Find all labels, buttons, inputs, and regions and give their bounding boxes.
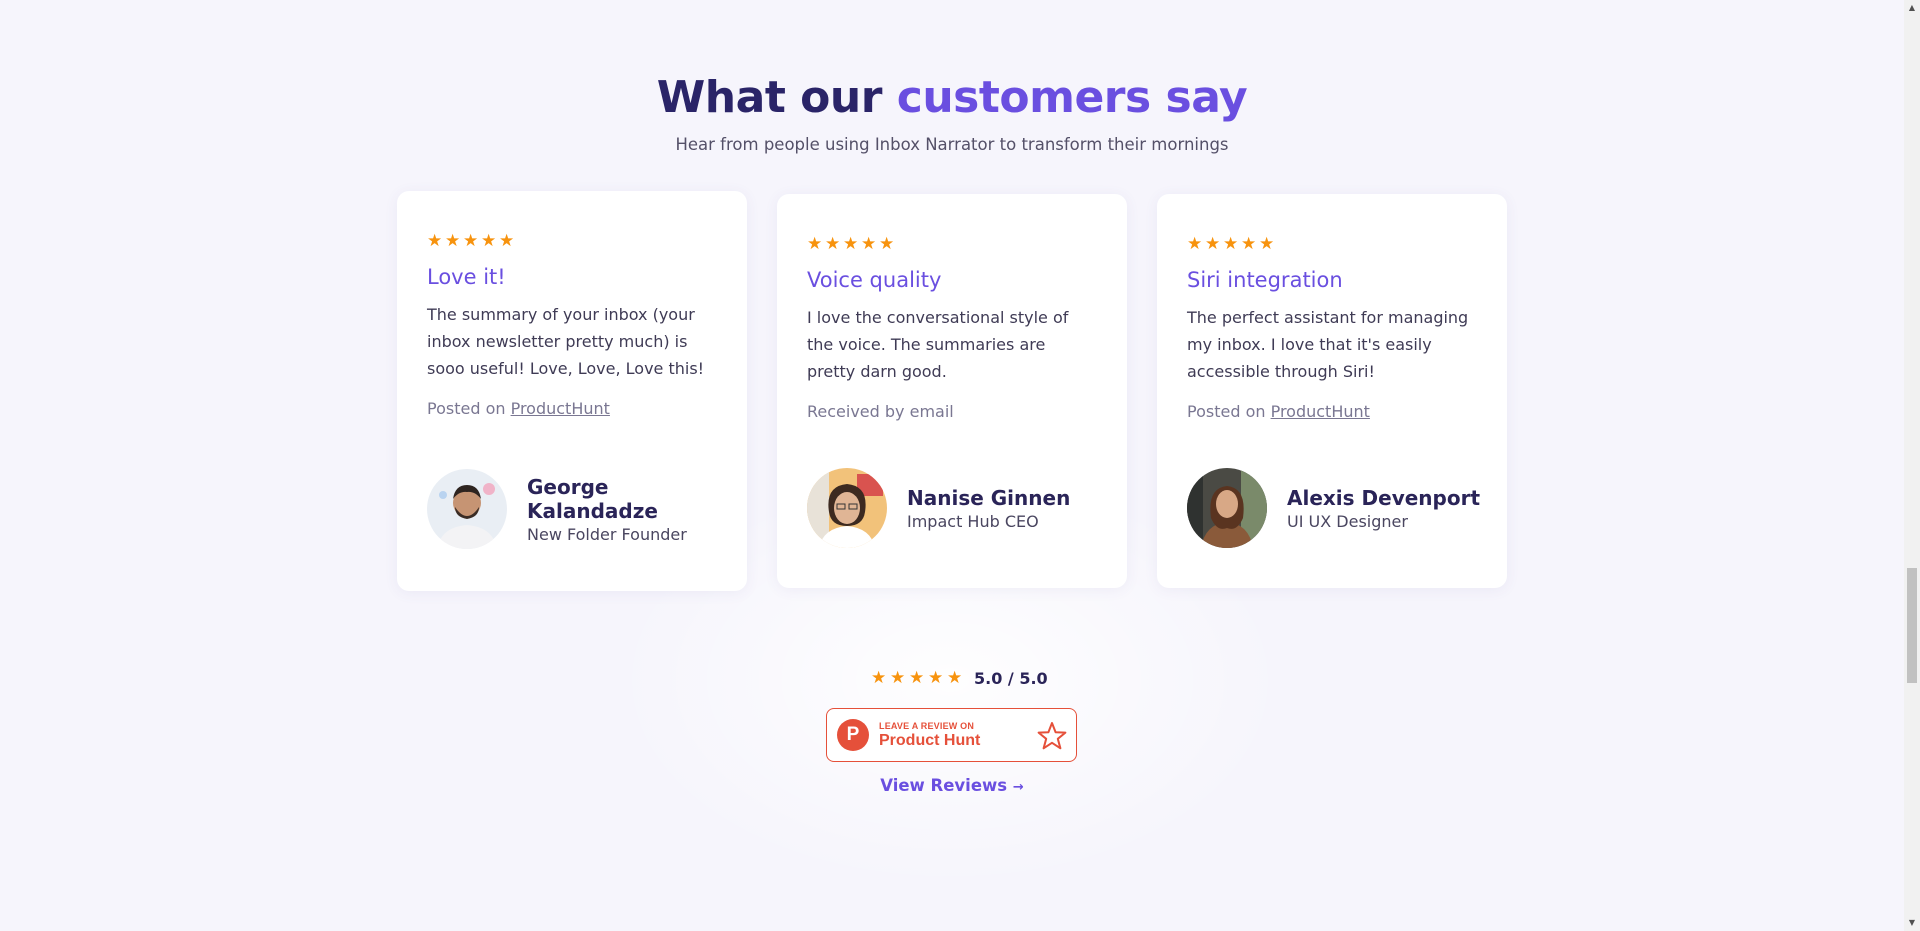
- star-icon: ★: [928, 668, 944, 688]
- testimonial-card: ★ ★ ★ ★ ★ Siri integration The perfect assis…: [1157, 194, 1507, 588]
- star-icon: ★: [890, 668, 906, 688]
- arrow-right-icon: →: [1012, 780, 1024, 795]
- section-title-accent: customers say: [896, 72, 1248, 123]
- star-icon: ★: [825, 234, 841, 254]
- star-icon: ★: [871, 668, 887, 688]
- star-icon: ★: [1223, 234, 1239, 254]
- avatar: [427, 469, 507, 549]
- star-icon: ★: [807, 234, 823, 254]
- star-icon: ★: [463, 231, 479, 251]
- section-title-prefix: What our: [656, 72, 897, 123]
- testimonial-card: ★ ★ ★ ★ ★ Voice quality I love the conversat…: [777, 194, 1127, 588]
- producthunt-review-badge[interactable]: P LEAVE A REVIEW ON Product Hunt: [826, 708, 1077, 762]
- section-subtitle: Hear from people using Inbox Narrator to…: [675, 135, 1229, 154]
- author-role: UI UX Designer: [1287, 511, 1408, 531]
- star-icon: ★: [1205, 234, 1221, 254]
- star-icon: ★: [1259, 234, 1275, 254]
- star-icon: ★: [427, 231, 443, 251]
- testimonial-text: The summary of your inbox (your inbox ne…: [427, 305, 705, 378]
- star-icon: ★: [445, 231, 461, 251]
- star-icon: ★: [481, 231, 497, 251]
- author-role: Impact Hub CEO: [907, 511, 1039, 531]
- testimonial-card: ★ ★ ★ ★ ★ Love it! The summary of your inbox…: [397, 191, 747, 591]
- testimonial-title: Siri integration: [1187, 268, 1343, 292]
- star-rating: ★ ★ ★ ★ ★: [1187, 236, 1477, 254]
- testimonial-source: Posted on ProductHunt: [1187, 402, 1477, 421]
- author-name: George Kalandadze: [527, 474, 658, 523]
- author-name: Nanise Ginnen: [907, 485, 1071, 510]
- view-reviews-label: View Reviews: [880, 776, 1008, 795]
- producthunt-badge-text: LEAVE A REVIEW ON Product Hunt: [879, 721, 980, 750]
- star-icon: ★: [909, 668, 925, 688]
- view-reviews-link[interactable]: View Reviews →: [0, 776, 1904, 795]
- testimonial-author: Alexis Devenport UI UX Designer: [1187, 468, 1480, 548]
- source-prefix: Posted on: [427, 399, 511, 418]
- producthunt-link[interactable]: ProductHunt: [511, 399, 610, 418]
- star-rating: ★ ★ ★ ★ ★: [427, 233, 717, 251]
- testimonial-title: Voice quality: [807, 268, 942, 292]
- testimonial-author: Nanise Ginnen Impact Hub CEO: [807, 468, 1070, 548]
- star-icon: ★: [861, 234, 877, 254]
- star-icon: ★: [947, 668, 963, 688]
- producthunt-link[interactable]: ProductHunt: [1271, 402, 1370, 421]
- producthunt-logo-icon: P: [837, 719, 869, 751]
- scroll-down-arrow-icon[interactable]: ▼: [1904, 915, 1920, 931]
- badge-small-text: LEAVE A REVIEW ON: [879, 720, 975, 731]
- star-icon: ★: [879, 234, 895, 254]
- testimonial-source: Received by email: [807, 402, 954, 421]
- star-rating: ★ ★ ★ ★ ★: [807, 236, 1097, 254]
- overall-rating: ★ ★ ★ ★ ★ 5.0 / 5.0: [871, 669, 1048, 688]
- testimonial-author: George Kalandadze New Folder Founder: [427, 469, 687, 549]
- avatar: [1187, 468, 1267, 548]
- testimonial-text: The perfect assistant for managing my in…: [1187, 308, 1469, 381]
- author-role: New Folder Founder: [527, 524, 687, 544]
- star-icon: ★: [1241, 234, 1257, 254]
- scroll-up-arrow-icon[interactable]: ▲: [1904, 0, 1920, 16]
- avatar: [807, 468, 887, 548]
- testimonial-source: Posted on ProductHunt: [427, 399, 717, 418]
- section-title: What our customers say: [0, 72, 1904, 123]
- star-icon: ★: [499, 231, 515, 251]
- source-prefix: Posted on: [1187, 402, 1271, 421]
- author-name: Alexis Devenport: [1287, 485, 1481, 510]
- scrollbar-thumb[interactable]: [1907, 568, 1917, 683]
- star-icon: ★: [1187, 234, 1203, 254]
- testimonial-title: Love it!: [427, 265, 506, 289]
- badge-big-text: Product Hunt: [879, 731, 981, 749]
- testimonial-text: I love the conversational style of the v…: [807, 308, 1069, 381]
- testimonials-section: What our customers say Hear from people …: [0, 0, 1904, 931]
- star-outline-icon: [1037, 722, 1067, 750]
- rating-score: 5.0 / 5.0: [974, 669, 1048, 688]
- scrollbar[interactable]: ▲ ▼: [1904, 0, 1920, 931]
- star-icon: ★: [843, 234, 859, 254]
